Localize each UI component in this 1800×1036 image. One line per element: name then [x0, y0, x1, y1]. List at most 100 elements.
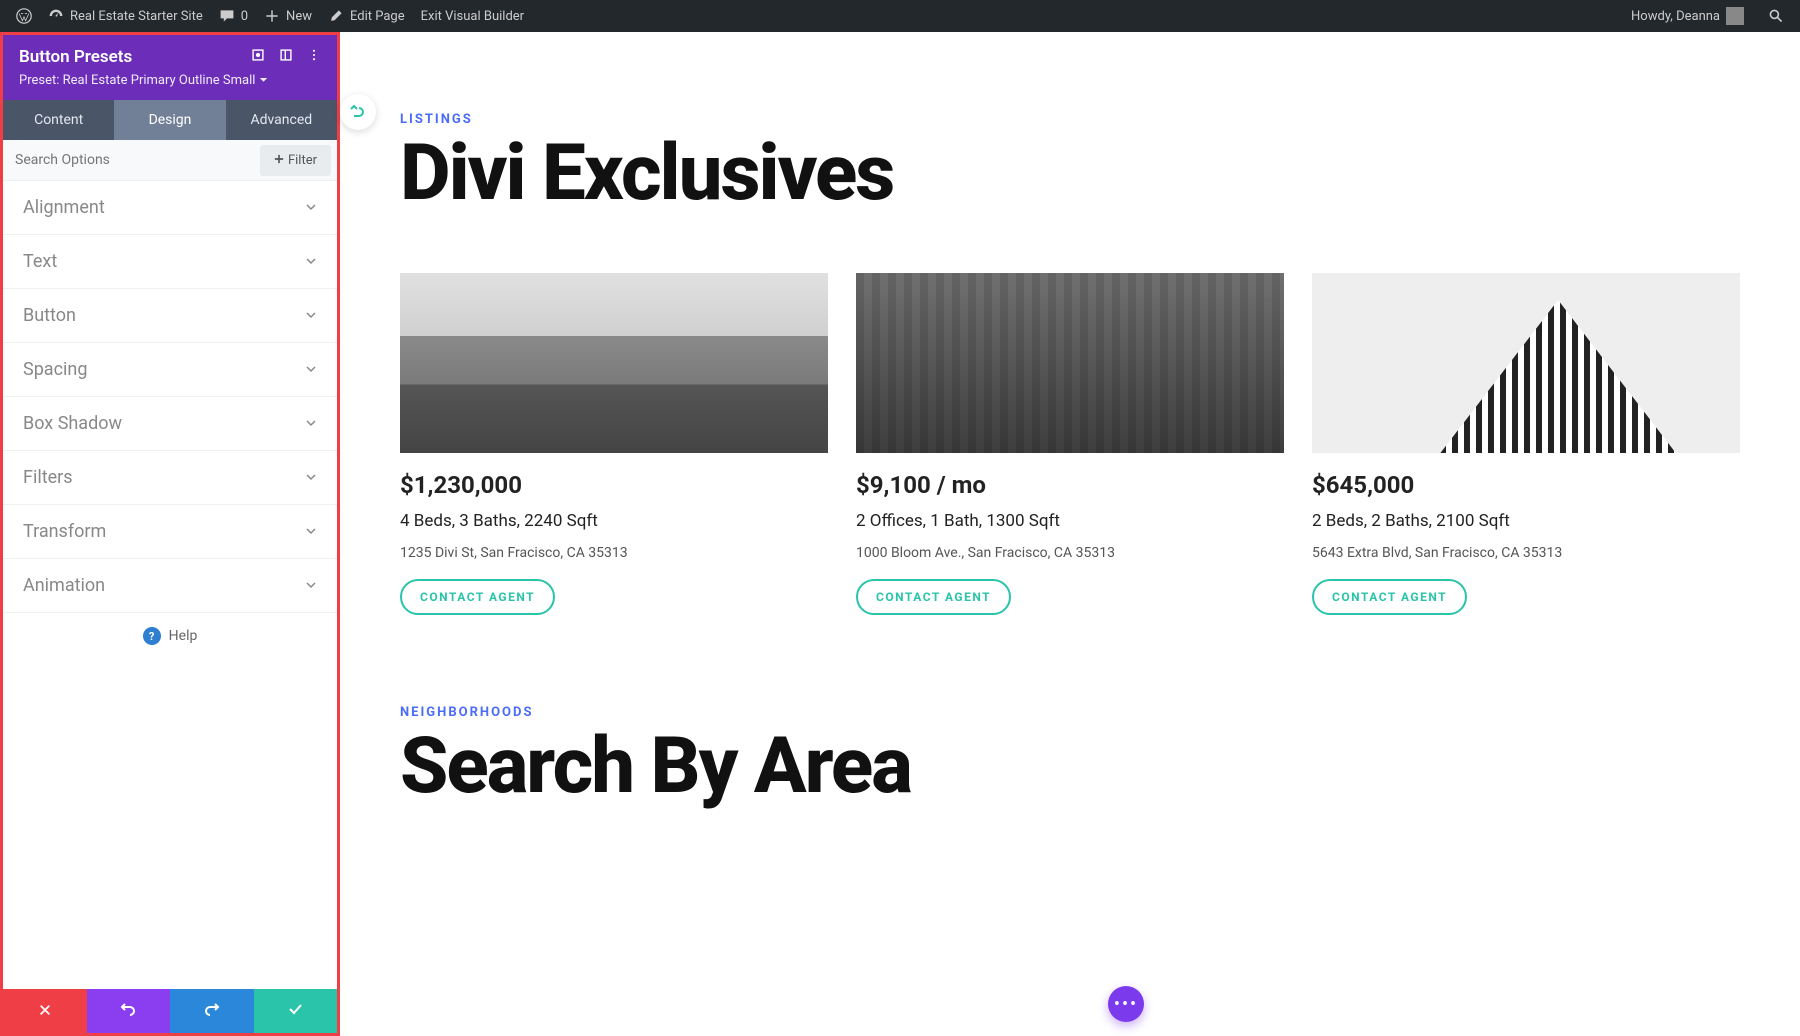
option-label: Transform — [23, 521, 106, 542]
howdy-link[interactable]: Howdy, Deanna — [1623, 7, 1752, 25]
help-link[interactable]: ? Help — [3, 613, 337, 659]
option-alignment[interactable]: Alignment — [3, 181, 337, 235]
plus-icon — [264, 8, 280, 24]
listing-specs: 4 Beds, 3 Baths, 2240 Sqft — [400, 511, 828, 531]
new-label: New — [286, 9, 312, 24]
listing-specs: 2 Offices, 1 Bath, 1300 Sqft — [856, 511, 1284, 531]
comments-link[interactable]: 0 — [211, 0, 256, 32]
help-icon: ? — [143, 627, 161, 645]
chevron-down-icon — [305, 467, 317, 488]
wp-admin-bar: Real Estate Starter Site 0 New Edit Page… — [0, 0, 1800, 32]
tab-content[interactable]: Content — [3, 100, 114, 140]
listing-image — [856, 273, 1284, 453]
option-spacing[interactable]: Spacing — [3, 343, 337, 397]
chevron-down-icon — [305, 413, 317, 434]
avatar — [1726, 7, 1744, 25]
option-label: Filters — [23, 467, 73, 488]
listing-image — [400, 273, 828, 453]
option-button[interactable]: Button — [3, 289, 337, 343]
chevron-down-icon — [305, 359, 317, 380]
fullscreen-icon[interactable] — [251, 47, 265, 67]
edit-page-label: Edit Page — [350, 9, 405, 24]
contact-agent-button[interactable]: CONTACT AGENT — [1312, 579, 1467, 615]
floating-actions-button[interactable]: ••• — [1108, 986, 1144, 1022]
listing-card: $9,100 / mo 2 Offices, 1 Bath, 1300 Sqft… — [856, 273, 1284, 615]
wp-logo[interactable] — [8, 0, 40, 32]
save-button[interactable] — [254, 989, 338, 1033]
comments-count: 0 — [241, 9, 248, 24]
chevron-down-icon — [305, 197, 317, 218]
listing-specs: 2 Beds, 2 Baths, 2100 Sqft — [1312, 511, 1740, 531]
redo-button[interactable] — [170, 989, 254, 1033]
option-filters[interactable]: Filters — [3, 451, 337, 505]
panel-footer — [3, 989, 337, 1033]
search-row: Filter — [3, 140, 337, 181]
dock-icon[interactable] — [279, 47, 293, 67]
content-area: LISTINGS Divi Exclusives $1,230,000 4 Be… — [340, 32, 1800, 1036]
dashboard-icon — [48, 8, 64, 24]
chevron-down-icon — [305, 575, 317, 596]
option-transform[interactable]: Transform — [3, 505, 337, 559]
pencil-icon — [328, 8, 344, 24]
plus-icon — [274, 153, 284, 168]
option-box-shadow[interactable]: Box Shadow — [3, 397, 337, 451]
option-animation[interactable]: Animation — [3, 559, 337, 613]
exit-builder-label: Exit Visual Builder — [421, 9, 524, 24]
exit-builder-link[interactable]: Exit Visual Builder — [413, 0, 532, 32]
contact-agent-button[interactable]: CONTACT AGENT — [400, 579, 555, 615]
listing-price: $9,100 / mo — [856, 471, 1284, 499]
option-label: Spacing — [23, 359, 87, 380]
undo-button[interactable] — [87, 989, 171, 1033]
filter-button[interactable]: Filter — [260, 145, 331, 176]
listing-address: 1235 Divi St, San Fracisco, CA 35313 — [400, 545, 828, 561]
wordpress-icon — [16, 8, 32, 24]
site-name-link[interactable]: Real Estate Starter Site — [40, 0, 211, 32]
listing-card: $645,000 2 Beds, 2 Baths, 2100 Sqft 5643… — [1312, 273, 1740, 615]
site-name-label: Real Estate Starter Site — [70, 9, 203, 24]
redo-icon — [204, 1001, 220, 1021]
undo-icon — [120, 1001, 136, 1021]
search-icon — [1768, 8, 1784, 24]
search-input[interactable] — [3, 140, 260, 180]
tab-advanced[interactable]: Advanced — [226, 100, 337, 140]
panel-tabs: Content Design Advanced — [3, 100, 337, 140]
option-label: Button — [23, 305, 76, 326]
listing-card: $1,230,000 4 Beds, 3 Baths, 2240 Sqft 12… — [400, 273, 828, 615]
kebab-icon[interactable] — [307, 47, 321, 67]
edit-page-link[interactable]: Edit Page — [320, 0, 413, 32]
preset-label: Preset: Real Estate Primary Outline Smal… — [19, 73, 255, 88]
dots-icon: ••• — [1114, 994, 1138, 1015]
cancel-button[interactable] — [3, 989, 87, 1033]
chevron-down-icon — [305, 521, 317, 542]
new-link[interactable]: New — [256, 0, 320, 32]
chevron-down-icon — [259, 73, 268, 88]
listing-price: $1,230,000 — [400, 471, 828, 499]
page-title: Search By Area — [400, 728, 1740, 806]
contact-agent-button[interactable]: CONTACT AGENT — [856, 579, 1011, 615]
close-icon — [38, 1002, 52, 1021]
check-icon — [287, 1001, 303, 1021]
filter-label: Filter — [288, 153, 317, 168]
section-label: NEIGHBORHOODS — [400, 705, 1740, 720]
option-label: Alignment — [23, 197, 105, 218]
option-label: Box Shadow — [23, 413, 122, 434]
panel-header: Button Presets Preset: Real Estate Prima… — [3, 35, 337, 100]
listing-address: 1000 Bloom Ave., San Fracisco, CA 35313 — [856, 545, 1284, 561]
option-text[interactable]: Text — [3, 235, 337, 289]
option-label: Text — [23, 251, 57, 272]
dock-handle[interactable] — [340, 94, 376, 130]
chevron-down-icon — [305, 251, 317, 272]
howdy-label: Howdy, Deanna — [1631, 9, 1720, 24]
help-label: Help — [169, 628, 198, 644]
preset-dropdown[interactable]: Preset: Real Estate Primary Outline Smal… — [19, 73, 321, 88]
tab-design[interactable]: Design — [114, 100, 225, 140]
page-title: Divi Exclusives — [400, 135, 1740, 213]
section-label: LISTINGS — [400, 112, 1740, 127]
listing-address: 5643 Extra Blvd, San Fracisco, CA 35313 — [1312, 545, 1740, 561]
options-list: Alignment Text Button Spacing Box Shadow… — [3, 181, 337, 989]
option-label: Animation — [23, 575, 105, 596]
search-toggle[interactable] — [1760, 8, 1792, 24]
chevron-down-icon — [305, 305, 317, 326]
settings-panel: Button Presets Preset: Real Estate Prima… — [0, 32, 340, 1036]
listing-image — [1312, 273, 1740, 453]
